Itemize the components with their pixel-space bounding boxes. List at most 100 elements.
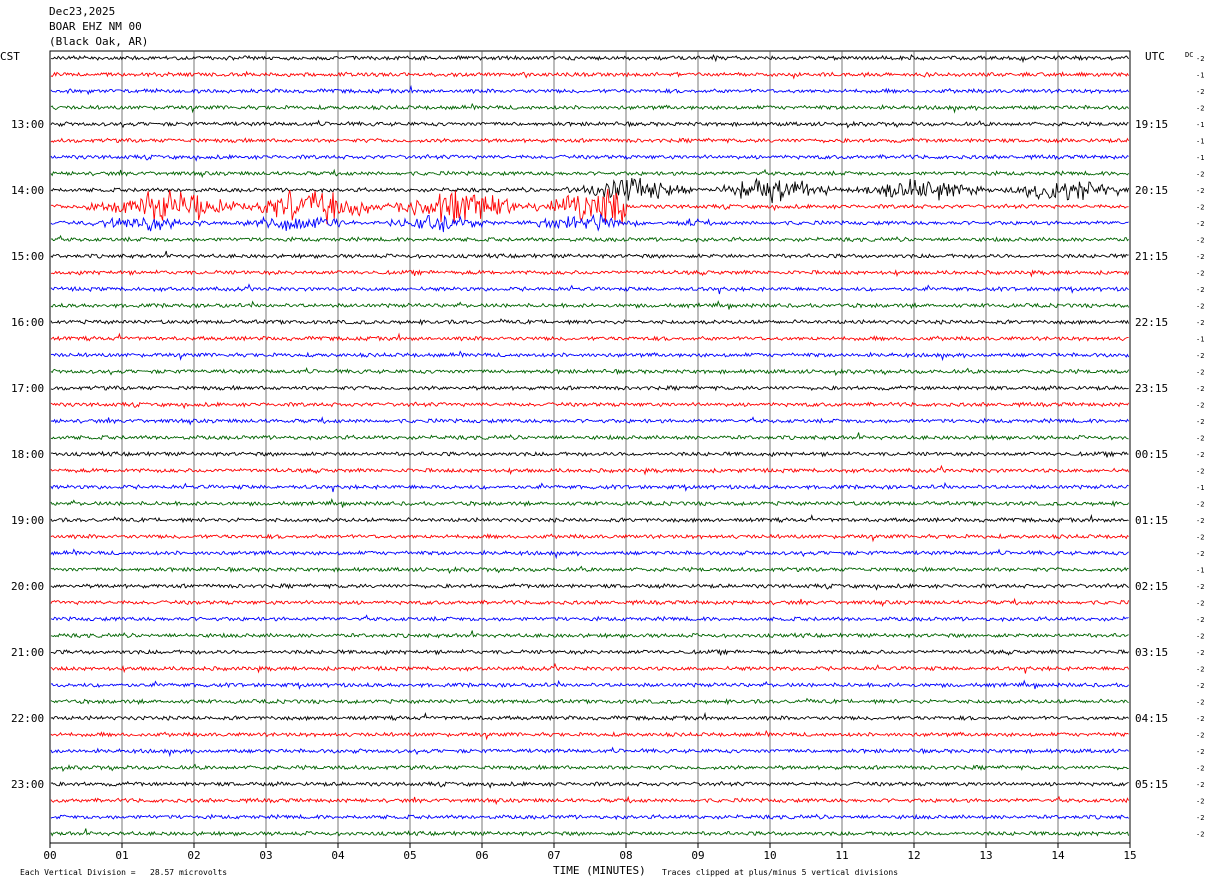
dc-offset-label: -2	[1196, 270, 1204, 278]
trace-row	[50, 630, 1129, 639]
trace-row	[50, 54, 1129, 64]
trace-row	[50, 269, 1130, 278]
dc-offset-label: -2	[1196, 699, 1204, 707]
trace-row	[50, 763, 1129, 772]
left-hour-label: 22:00	[11, 712, 44, 725]
dc-offset-label: -1	[1196, 72, 1204, 80]
right-hour-label: 04:15	[1135, 712, 1168, 725]
trace-row	[50, 283, 1129, 295]
trace-row	[50, 153, 1129, 162]
x-axis-title: TIME (MINUTES)	[553, 864, 646, 877]
dc-offset-label: -2	[1196, 616, 1204, 624]
dc-offset-label: -2	[1196, 220, 1204, 228]
dc-offset-label: -1	[1196, 154, 1204, 162]
trace-row	[50, 177, 1130, 204]
left-hour-label: 21:00	[11, 646, 44, 659]
dc-offset-label: -2	[1196, 402, 1204, 410]
right-hour-label: 21:15	[1135, 250, 1168, 263]
right-hour-label: 02:15	[1135, 580, 1168, 593]
dc-offset-label: -2	[1196, 385, 1204, 393]
trace-row	[50, 450, 1129, 458]
plot-frame	[49, 50, 1131, 844]
trace-row	[50, 533, 1129, 543]
dc-offset-label: -2	[1196, 517, 1204, 525]
trace-row	[50, 513, 1129, 524]
dc-offset-label: -2	[1196, 286, 1204, 294]
dc-label: DC	[1185, 51, 1193, 59]
trace-row	[50, 318, 1130, 326]
x-tick-label: 06	[475, 849, 488, 862]
dc-offset-label: -2	[1196, 319, 1204, 327]
left-hour-label: 16:00	[11, 316, 44, 329]
dc-offset-label: -2	[1196, 303, 1204, 311]
trace-row	[50, 697, 1129, 706]
dc-offset-label: -2	[1196, 583, 1204, 591]
right-hour-label: 00:15	[1135, 448, 1168, 461]
trace-row	[50, 350, 1130, 362]
dc-offset-label: -2	[1196, 369, 1204, 377]
scale-note: Each Vertical Division = 28.57 microvolt…	[20, 868, 227, 877]
left-hour-label: 18:00	[11, 448, 44, 461]
trace-row	[50, 481, 1129, 493]
dc-offset-label: -2	[1196, 550, 1204, 558]
trace-row	[50, 828, 1130, 837]
dc-offset-label: -2	[1196, 451, 1204, 459]
trace-row	[50, 384, 1129, 392]
x-tick-label: 01	[115, 849, 128, 862]
trace-row	[50, 299, 1129, 310]
dc-offset-label: -2	[1196, 418, 1204, 426]
seismogram-chart: CST UTC DC TIME (MINUTES) Each Vertical …	[0, 50, 1204, 877]
dc-offset-label: -2	[1196, 253, 1204, 261]
x-tick-label: 08	[619, 849, 632, 862]
trace-row	[50, 119, 1129, 129]
x-tick-label: 00	[43, 849, 56, 862]
trace-row	[50, 711, 1129, 722]
dc-offset-label: -2	[1196, 237, 1204, 245]
dc-offset-label: -2	[1196, 649, 1204, 657]
dc-offset-label: -2	[1196, 534, 1204, 542]
right-hour-label: 19:15	[1135, 118, 1168, 131]
dc-offset-label: -2	[1196, 468, 1204, 476]
trace-row	[50, 432, 1129, 441]
trace-row	[50, 795, 1129, 806]
left-hour-label: 15:00	[11, 250, 44, 263]
dc-offset-label: -2	[1196, 501, 1204, 509]
dc-offset-label: -2	[1196, 600, 1204, 608]
x-tick-label: 12	[907, 849, 920, 862]
dc-offset-label: -2	[1196, 171, 1204, 179]
left-hour-label: 14:00	[11, 184, 44, 197]
dc-offset-label: -1	[1196, 336, 1204, 344]
trace-row	[50, 597, 1130, 608]
dc-offset-label: -1	[1196, 484, 1204, 492]
left-hour-label: 20:00	[11, 580, 44, 593]
dc-offset-label: -2	[1196, 748, 1204, 756]
left-timezone-label: CST	[0, 50, 20, 63]
trace-row	[50, 234, 1129, 243]
clip-note: Traces clipped at plus/minus 5 vertical …	[662, 868, 898, 877]
trace-row	[50, 497, 1129, 508]
trace-row	[50, 614, 1129, 623]
dc-offset-label: -2	[1196, 666, 1204, 674]
right-timezone-label: UTC	[1145, 50, 1165, 63]
x-tick-label: 04	[331, 849, 345, 862]
right-hour-label: 03:15	[1135, 646, 1168, 659]
dc-offset-label: -2	[1196, 831, 1204, 839]
dc-offset-label: -2	[1196, 352, 1204, 360]
trace-row	[50, 548, 1129, 560]
dc-offset-label: -2	[1196, 781, 1204, 789]
trace-row	[50, 582, 1129, 591]
dc-offset-label: -2	[1196, 55, 1204, 63]
x-tick-label: 09	[691, 849, 704, 862]
right-hour-label: 05:15	[1135, 778, 1168, 791]
trace-row	[50, 401, 1129, 410]
right-hour-label: 23:15	[1135, 382, 1168, 395]
trace-row	[50, 332, 1129, 342]
grid-layer	[49, 50, 1131, 848]
dc-offset-label: -2	[1196, 633, 1204, 641]
trace-row	[50, 648, 1129, 656]
trace-row	[50, 679, 1129, 690]
dc-offset-label: -2	[1196, 187, 1204, 195]
trace-row	[50, 662, 1129, 674]
left-hour-label: 19:00	[11, 514, 44, 527]
trace-row	[50, 102, 1129, 114]
